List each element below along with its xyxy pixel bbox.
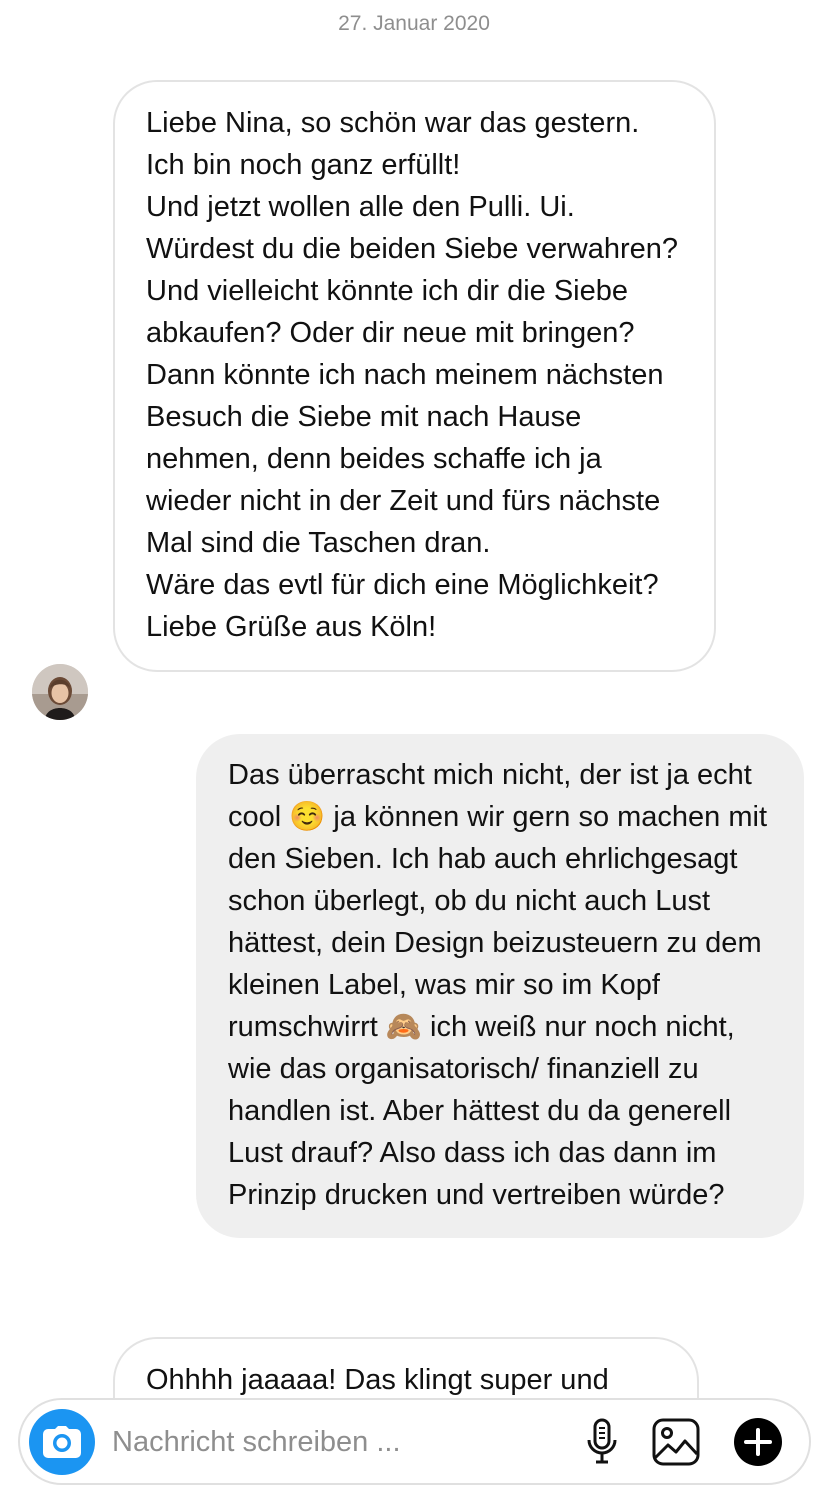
message-composer (18, 1398, 811, 1485)
gallery-button[interactable] (650, 1416, 702, 1468)
camera-icon (43, 1426, 81, 1458)
voice-message-button[interactable] (576, 1416, 628, 1468)
sender-avatar[interactable] (32, 664, 88, 720)
plus-icon (734, 1418, 782, 1466)
message-bubble-incoming[interactable]: Liebe Nina, so schön war das gestern. Ic… (113, 80, 716, 672)
message-bubble-outgoing[interactable]: Das überrascht mich nicht, der ist ja ec… (196, 734, 804, 1238)
date-separator: 27. Januar 2020 (338, 12, 490, 35)
camera-button[interactable] (29, 1409, 95, 1475)
message-input[interactable] (112, 1420, 552, 1464)
avatar-photo (32, 664, 88, 720)
chat-screen: 27. Januar 2020 Liebe Nina, so schön war… (0, 0, 828, 1501)
microphone-icon (587, 1418, 617, 1464)
add-content-button[interactable] (732, 1416, 784, 1468)
image-gallery-icon (652, 1418, 700, 1466)
